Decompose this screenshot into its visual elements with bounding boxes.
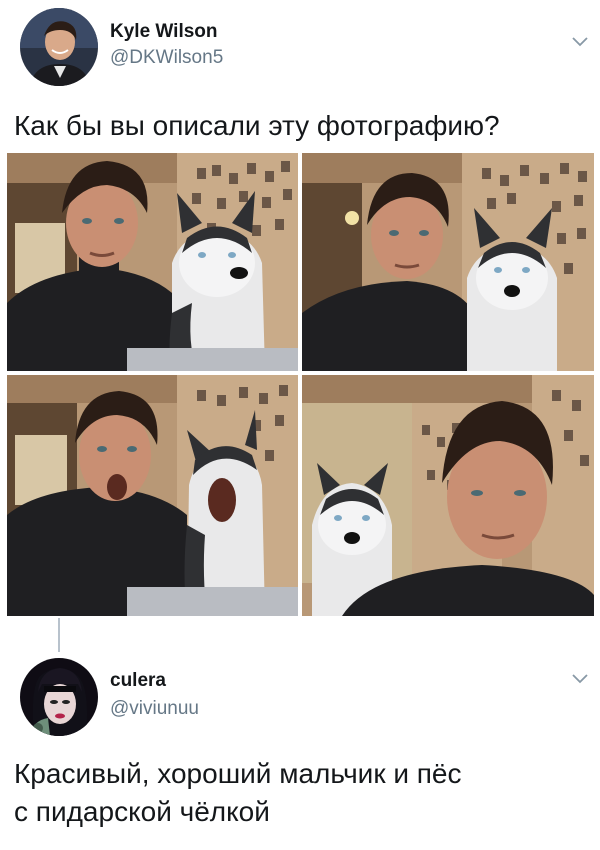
author-avatar[interactable] bbox=[20, 8, 98, 86]
author-handle[interactable]: @DKWilson5 bbox=[110, 47, 223, 69]
chevron-down-icon[interactable] bbox=[570, 35, 590, 49]
author-name[interactable]: culera bbox=[110, 670, 166, 692]
author-avatar[interactable] bbox=[20, 658, 98, 736]
photo-1[interactable] bbox=[7, 153, 298, 371]
tweet-reply: culera @viviunuu Красивый, хороший мальч… bbox=[0, 618, 600, 850]
tweet-text-line-1: Красивый, хороший мальчик и пёс bbox=[14, 758, 462, 789]
photo-3[interactable] bbox=[7, 375, 298, 616]
tweet-text: Как бы вы описали эту фотографию? bbox=[14, 110, 500, 141]
photo-4[interactable] bbox=[302, 375, 594, 616]
tweet-text-line-2: с пидарской чёлкой bbox=[14, 796, 270, 827]
author-name[interactable]: Kyle Wilson bbox=[110, 21, 218, 43]
thread-line bbox=[58, 618, 60, 652]
photo-grid bbox=[7, 153, 594, 616]
chevron-down-icon[interactable] bbox=[570, 672, 590, 686]
author-handle[interactable]: @viviunuu bbox=[110, 698, 199, 720]
tweet-original: Kyle Wilson @DKWilson5 Как бы вы описали… bbox=[0, 0, 600, 640]
photo-2[interactable] bbox=[302, 153, 594, 371]
